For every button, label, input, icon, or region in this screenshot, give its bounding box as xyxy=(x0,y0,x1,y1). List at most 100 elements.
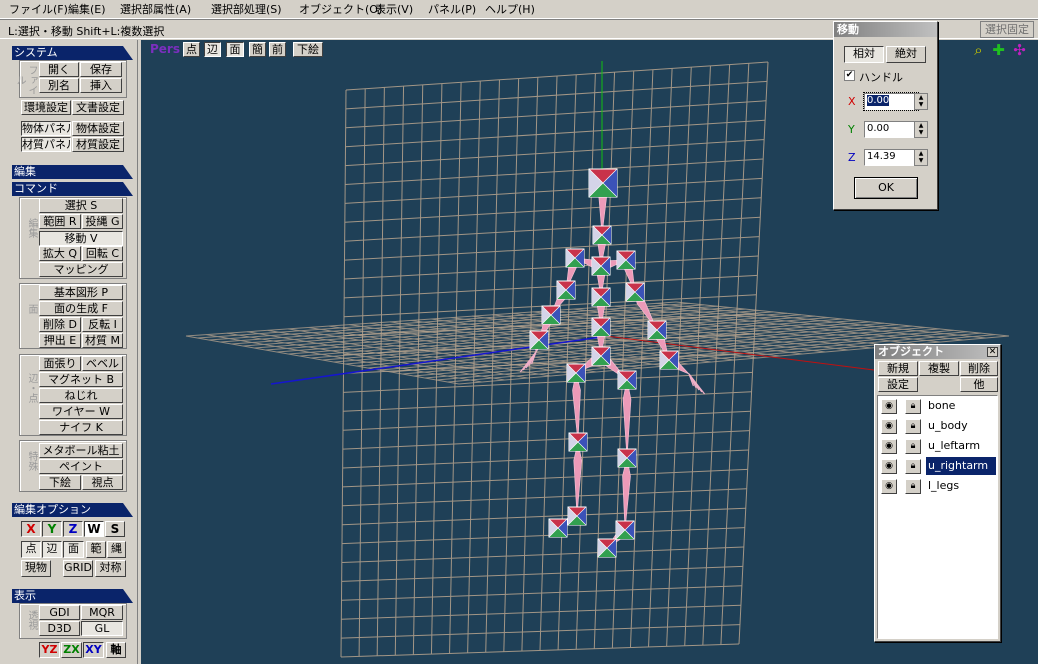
new-object-button[interactable]: 新規 xyxy=(878,361,918,376)
d3d-button[interactable]: D3D xyxy=(39,621,80,636)
invert-tool-button[interactable]: 反転 I xyxy=(82,317,123,332)
y-value-field[interactable]: 0.00 xyxy=(864,121,918,138)
copy-object-button[interactable]: 複製 xyxy=(919,361,959,376)
menu-selection-process[interactable]: 選択部処理(S) xyxy=(211,2,282,17)
section-edit-options[interactable]: 編集オプション xyxy=(12,503,133,517)
delete-tool-button[interactable]: 削除 D xyxy=(39,317,81,332)
env-settings-button[interactable]: 環境設定 xyxy=(21,100,71,115)
wire-tool-button[interactable]: ワイヤー W xyxy=(39,404,123,419)
open-button[interactable]: 開く xyxy=(39,62,79,77)
magnet-tool-button[interactable]: マグネット B xyxy=(39,372,123,387)
lock-icon[interactable]: 🔒︎ xyxy=(905,399,921,414)
ok-button[interactable]: OK xyxy=(854,177,918,199)
delete-object-button[interactable]: 削除 xyxy=(960,361,998,376)
insert-button[interactable]: 挿入 xyxy=(80,78,122,93)
view-edges-toggle[interactable]: 辺 xyxy=(204,42,221,57)
view-faces-toggle[interactable]: 面 xyxy=(226,42,244,57)
eye-icon[interactable]: ◉ xyxy=(881,439,897,454)
lock-icon[interactable]: 🔒︎ xyxy=(905,479,921,494)
bevel-button[interactable]: ベベル xyxy=(82,356,123,371)
lasso-tool-button[interactable]: 投縄 G xyxy=(82,214,123,229)
menu-panel[interactable]: パネル(P) xyxy=(428,2,476,17)
axis-z-toggle[interactable]: Z xyxy=(63,521,83,537)
paint-button[interactable]: ペイント xyxy=(39,459,123,474)
magnifier-icon[interactable]: ⌕ xyxy=(970,42,987,59)
lock-icon[interactable]: 🔒︎ xyxy=(905,459,921,474)
mqr-button[interactable]: MQR xyxy=(81,605,123,620)
save-as-button[interactable]: 別名 xyxy=(39,78,79,93)
y-spinner[interactable]: ▲ ▼ xyxy=(914,121,928,138)
rotate-arrows-icon[interactable]: ✣ xyxy=(1011,42,1028,59)
eye-icon[interactable]: ◉ xyxy=(881,479,897,494)
metaball-button[interactable]: メタボール粘土 xyxy=(39,443,123,458)
mapping-tool-button[interactable]: マッピング xyxy=(39,262,123,277)
section-display[interactable]: 表示 xyxy=(12,589,133,603)
material-panel-button[interactable]: 材質パネル xyxy=(21,137,71,152)
axis-y-toggle[interactable]: Y xyxy=(42,521,62,537)
object-panel-titlebar[interactable]: オブジェクト ✕ xyxy=(875,345,1000,359)
basic-shape-button[interactable]: 基本図形 P xyxy=(39,285,123,300)
view-simple-toggle[interactable]: 簡 xyxy=(249,42,266,57)
menu-selection-attributes[interactable]: 選択部属性(A) xyxy=(120,2,191,17)
other-button[interactable]: 他 xyxy=(960,377,998,392)
knife-tool-button[interactable]: ナイフ K xyxy=(39,420,123,435)
selection-fixed-button[interactable]: 選択固定 xyxy=(980,21,1034,38)
lock-icon[interactable]: 🔒︎ xyxy=(905,439,921,454)
relative-button[interactable]: 相対 xyxy=(844,46,884,63)
face-mode-toggle[interactable]: 面 xyxy=(63,541,84,558)
object-list-item[interactable]: ◉ 🔒︎ u_rightarm xyxy=(878,457,996,475)
x-spinner[interactable]: ▲ ▼ xyxy=(914,93,928,110)
face-stretch-button[interactable]: 面張り xyxy=(39,356,81,371)
object-list-item[interactable]: ◉ 🔒︎ l_legs xyxy=(878,477,996,495)
world-toggle[interactable]: W xyxy=(84,521,104,537)
absolute-button[interactable]: 絶対 xyxy=(886,46,926,63)
object-list-item[interactable]: ◉ 🔒︎ u_leftarm xyxy=(878,437,996,455)
view-underlay-toggle[interactable]: 下絵 xyxy=(293,42,323,57)
eye-icon[interactable]: ◉ xyxy=(881,419,897,434)
object-list-item[interactable]: ◉ 🔒︎ bone xyxy=(878,397,996,415)
lock-icon[interactable]: 🔒︎ xyxy=(905,419,921,434)
select-tool-button[interactable]: 選択 S xyxy=(39,198,123,213)
move-dialog-titlebar[interactable]: 移動 xyxy=(834,22,937,37)
current-object-toggle[interactable]: 現物 xyxy=(21,560,51,577)
material-settings-button[interactable]: 材質設定 xyxy=(72,137,124,152)
face-generate-button[interactable]: 面の生成 F xyxy=(39,301,123,316)
range-mode-toggle[interactable]: 範 xyxy=(86,541,106,558)
screen-toggle[interactable]: S xyxy=(105,521,125,537)
move-tool-button[interactable]: 移動 V xyxy=(39,231,123,246)
scale-tool-button[interactable]: 拡大 Q xyxy=(39,246,81,261)
object-settings-button[interactable]: 設定 xyxy=(878,377,918,392)
menu-file[interactable]: ファイル(F) xyxy=(9,2,68,17)
eye-icon[interactable]: ◉ xyxy=(881,399,897,414)
axis-display-button[interactable]: 軸 xyxy=(106,642,126,658)
menu-help[interactable]: ヘルプ(H) xyxy=(485,2,535,17)
edge-mode-toggle[interactable]: 辺 xyxy=(42,541,62,558)
material-tool-button[interactable]: 材質 M xyxy=(82,333,123,348)
perspective-label[interactable]: Pers xyxy=(150,42,180,56)
section-command[interactable]: コマンド xyxy=(12,182,133,196)
axis-x-toggle[interactable]: X xyxy=(21,521,41,537)
view-front-toggle[interactable]: 前 xyxy=(269,42,286,57)
underlay-button[interactable]: 下絵 xyxy=(39,475,81,490)
z-spinner[interactable]: ▲ ▼ xyxy=(914,149,928,166)
x-value-field[interactable]: 0.00 xyxy=(863,92,919,111)
save-button[interactable]: 保存 xyxy=(80,62,122,77)
rotate-tool-button[interactable]: 回転 C xyxy=(82,246,123,261)
twist-tool-button[interactable]: ねじれ xyxy=(39,388,123,403)
z-value-field[interactable]: 14.39 xyxy=(864,149,918,166)
extrude-tool-button[interactable]: 押出 E xyxy=(39,333,81,348)
doc-settings-button[interactable]: 文書設定 xyxy=(72,100,124,115)
object-settings-button[interactable]: 物体設定 xyxy=(72,121,124,136)
gl-button[interactable]: GL xyxy=(81,621,123,636)
xy-view-button[interactable]: XY xyxy=(83,642,104,658)
handle-checkbox[interactable]: ✔ xyxy=(844,70,855,81)
section-system[interactable]: システム xyxy=(12,46,133,60)
object-panel-button[interactable]: 物体パネル xyxy=(21,121,71,136)
view-points-toggle[interactable]: 点 xyxy=(183,42,200,57)
range-tool-button[interactable]: 範囲 R xyxy=(39,214,81,229)
zx-view-button[interactable]: ZX xyxy=(61,642,82,658)
gdi-button[interactable]: GDI xyxy=(39,605,80,620)
yz-view-button[interactable]: YZ xyxy=(39,642,60,658)
object-list-item[interactable]: ◉ 🔒︎ u_body xyxy=(878,417,996,435)
grid-toggle[interactable]: GRID xyxy=(63,560,93,577)
